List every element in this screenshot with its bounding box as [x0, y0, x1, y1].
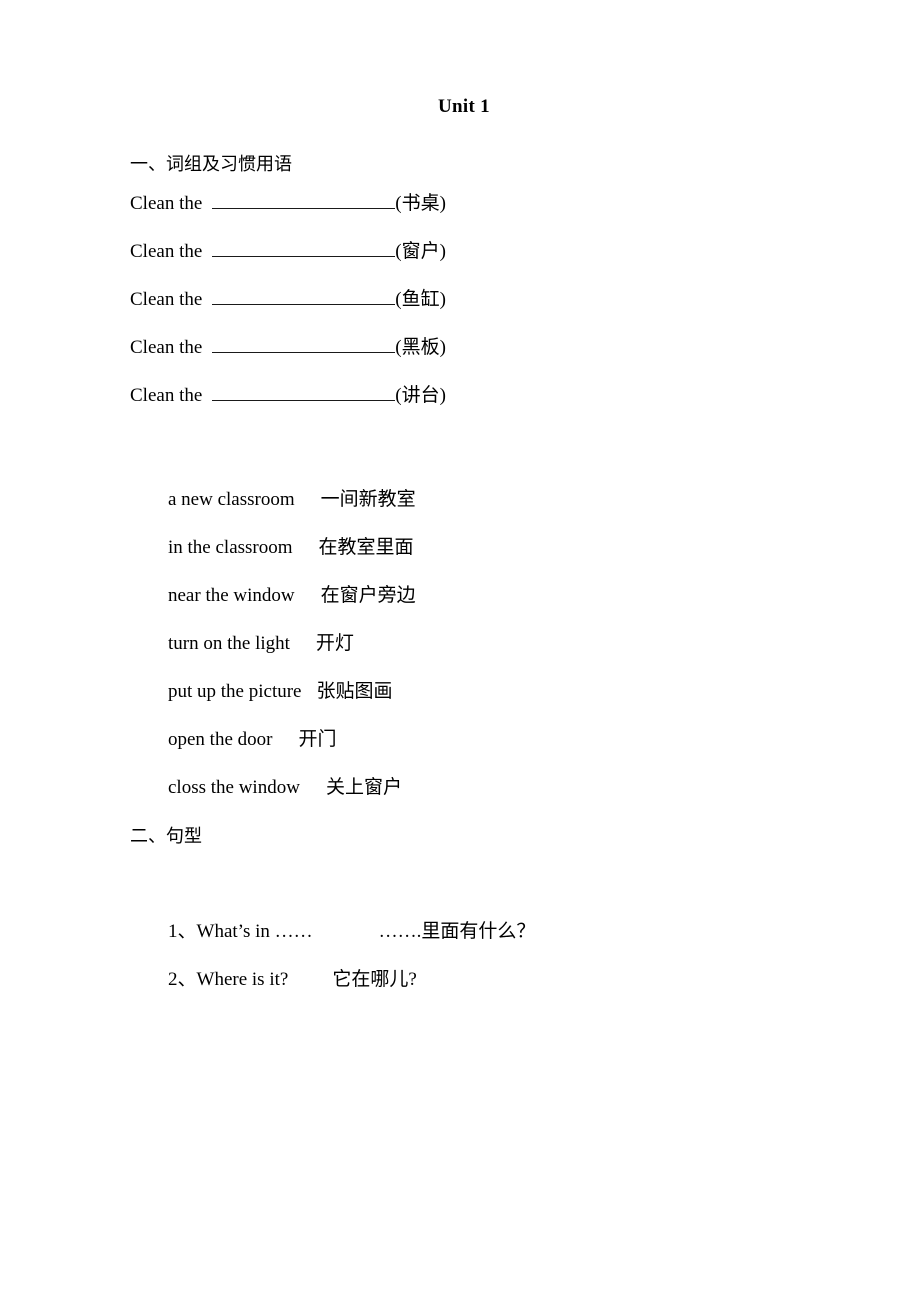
pattern-list: 1、What’s in …… …….里面有什么？ 2、Where is it? 它在…	[130, 860, 890, 990]
pattern-english: Where is it?	[196, 969, 289, 990]
pattern-chinese: …….里面有什么？	[378, 921, 536, 942]
section-one-heading: 一、词组及习惯用语	[130, 154, 292, 174]
phrase-chinese: 一间新教室	[320, 489, 416, 510]
answer-blank-line[interactable]	[212, 290, 396, 305]
page-title: Unit 1	[0, 96, 920, 118]
document-page: Unit 1 一、词组及习惯用语 Clean the (书桌) Clean th…	[0, 0, 920, 1302]
pattern-number: 1、	[168, 921, 197, 942]
answer-hint: (黑板)	[395, 337, 446, 358]
pattern-english: What’s in ……	[196, 921, 313, 942]
blank-exercise-row: Clean the (窗户)	[130, 236, 890, 284]
pattern-number: 2、	[168, 969, 197, 990]
answer-hint: (窗户)	[395, 241, 446, 262]
blank-prompt: Clean the	[130, 289, 203, 310]
answer-blank-line[interactable]	[212, 338, 396, 353]
pattern-row: 1、What’s in …… …….里面有什么？	[130, 860, 890, 942]
blank-exercise-list: Clean the (书桌) Clean the (窗户) Clean the …	[130, 188, 890, 428]
answer-blank-line[interactable]	[212, 386, 396, 401]
phrase-chinese: 张贴图画	[316, 681, 393, 702]
phrase-chinese: 开灯	[315, 633, 354, 654]
phrase-english: turn on the light	[168, 633, 290, 654]
phrase-list: a new classroom 一间新教室 in the classroom 在教室…	[130, 428, 890, 798]
blank-exercise-row: Clean the (书桌)	[130, 188, 890, 236]
section-one: 一、词组及习惯用语 Clean the (书桌) Clean the (窗户) …	[130, 140, 890, 798]
blank-exercise-row: Clean the (黑板)	[130, 332, 890, 380]
section-two-heading: 二、句型	[130, 826, 202, 846]
phrase-english: in the classroom	[168, 537, 293, 558]
phrase-english: put up the picture	[168, 681, 302, 702]
blank-prompt: Clean the	[130, 241, 203, 262]
phrase-english: open the door	[168, 729, 273, 750]
blank-prompt: Clean the	[130, 385, 203, 406]
phrase-english: near the window	[168, 585, 295, 606]
phrase-english: a new classroom	[168, 489, 295, 510]
phrase-chinese: 在窗户旁边	[320, 585, 416, 606]
section-two: 二、句型 1、What’s in …… …….里面有什么？ 2、Where is …	[130, 812, 890, 990]
pattern-chinese: 它在哪儿?	[332, 969, 417, 990]
blank-prompt: Clean the	[130, 337, 203, 358]
blank-exercise-row: Clean the (鱼缸)	[130, 284, 890, 332]
phrase-chinese: 关上窗户	[325, 777, 402, 798]
answer-blank-line[interactable]	[212, 194, 396, 209]
answer-hint: (书桌)	[395, 193, 446, 214]
phrase-english: closs the window	[168, 777, 300, 798]
blank-prompt: Clean the	[130, 193, 203, 214]
answer-blank-line[interactable]	[212, 242, 396, 257]
answer-hint: (鱼缸)	[395, 289, 446, 310]
page-title-text: Unit 1	[438, 96, 490, 117]
blank-exercise-row: Clean the (讲台)	[130, 380, 890, 428]
answer-hint: (讲台)	[395, 385, 446, 406]
phrase-chinese: 开门	[298, 729, 337, 750]
phrase-row: a new classroom 一间新教室	[130, 428, 890, 510]
phrase-chinese: 在教室里面	[318, 537, 414, 558]
